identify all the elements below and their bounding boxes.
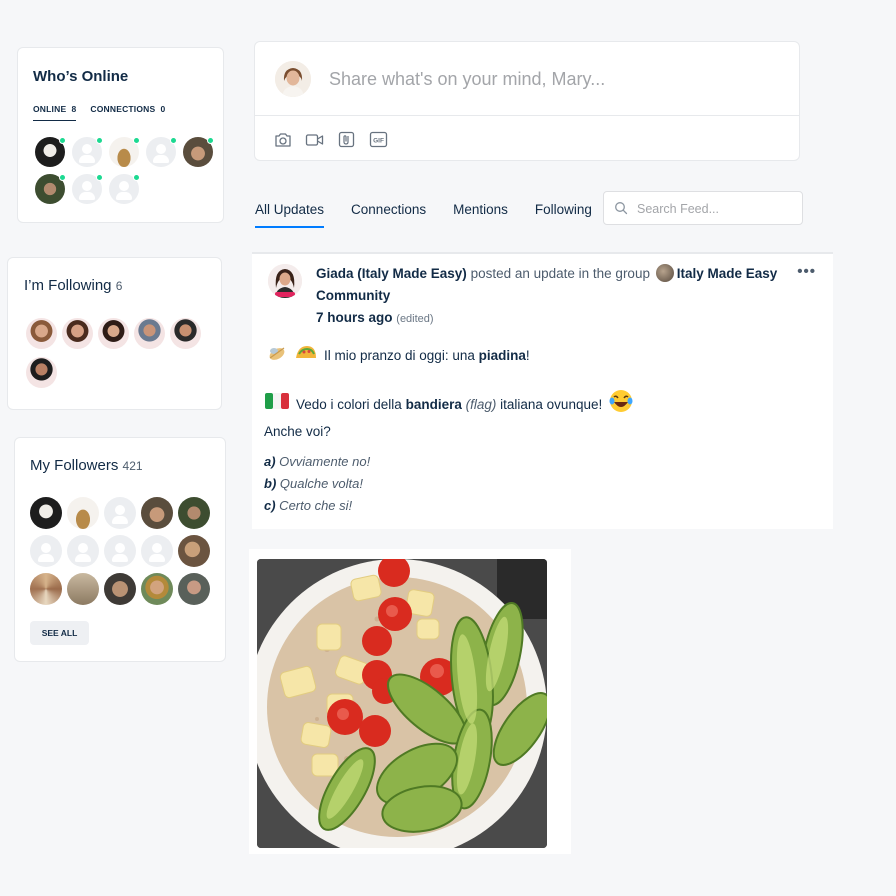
post-content: Il mio pranzo di oggi: una piadina! Vedo…	[264, 342, 824, 517]
composer-placeholder: Share what's on your mind, Mary...	[329, 69, 606, 89]
following-avatar-grid	[26, 318, 201, 388]
see-all-button[interactable]: SEE ALL	[30, 621, 89, 645]
whos-online-tabs: ONLINE 8 CONNECTIONS 0	[33, 104, 165, 121]
whos-online-title: Who’s Online	[33, 68, 129, 85]
post-image[interactable]	[249, 549, 571, 854]
option-c: c) Certo che si!	[264, 498, 353, 513]
post-composer: Share what's on your mind, Mary... GIF	[254, 41, 800, 161]
post-line: Il mio pranzo di oggi: una piadina!	[266, 342, 824, 369]
camera-icon[interactable]	[273, 130, 292, 149]
avatar[interactable]	[104, 573, 136, 605]
post-text-line3: Anche voi?	[264, 424, 331, 439]
tab-connections[interactable]: Connections	[351, 192, 426, 228]
avatar	[275, 61, 311, 97]
piadina-photo[interactable]	[257, 559, 547, 848]
post-text-line2: Vedo i colori della bandiera (flag) ital…	[296, 396, 603, 412]
online-indicator	[133, 174, 140, 181]
online-indicator	[59, 174, 66, 181]
avatar[interactable]	[35, 174, 66, 204]
whos-online-widget: Who’s Online ONLINE 8 CONNECTIONS 0	[17, 47, 224, 223]
avatar[interactable]	[178, 573, 210, 605]
avatar[interactable]	[67, 497, 99, 529]
answer-options: a) Ovviamente no! b) Qualche volta! c) C…	[264, 451, 824, 517]
search-feed-input[interactable]: Search Feed...	[603, 191, 803, 225]
wrap-icon	[266, 342, 288, 369]
avatar[interactable]	[62, 318, 93, 349]
avatar[interactable]	[141, 535, 173, 567]
online-indicator	[96, 174, 103, 181]
activity-post: Giada (Italy Made Easy) posted an update…	[252, 252, 833, 529]
gif-icon[interactable]: GIF	[369, 130, 388, 149]
tab-all-updates[interactable]: All Updates	[255, 192, 325, 228]
avatar[interactable]	[26, 318, 57, 349]
online-indicator	[96, 137, 103, 144]
attachment-icon[interactable]	[337, 130, 356, 149]
avatar[interactable]	[146, 137, 177, 167]
post-timestamp[interactable]: 7 hours ago	[316, 310, 393, 325]
avatar[interactable]	[141, 497, 173, 529]
avatar[interactable]	[72, 137, 103, 167]
avatar[interactable]	[178, 497, 210, 529]
online-indicator	[59, 137, 66, 144]
tab-connections[interactable]: CONNECTIONS 0	[90, 104, 165, 121]
avatar[interactable]	[72, 174, 103, 204]
avatar[interactable]	[178, 535, 210, 567]
avatar[interactable]	[170, 318, 201, 349]
online-indicator	[170, 137, 177, 144]
post-text-line1: Il mio pranzo di oggi: una piadina!	[324, 347, 530, 363]
avatar[interactable]	[134, 318, 165, 349]
composer-toolbar: GIF	[273, 130, 388, 149]
avatar[interactable]	[109, 174, 140, 204]
more-options-icon[interactable]: •••	[797, 263, 816, 280]
followers-title: My Followers 421	[30, 457, 143, 474]
option-b: b) Qualche volta!	[264, 476, 363, 491]
avatar[interactable]	[183, 137, 214, 167]
feed-tabs: All Updates Connections Mentions Followi…	[255, 192, 592, 228]
laughing-emoji-icon	[608, 388, 634, 421]
taco-icon	[294, 342, 318, 369]
avatar[interactable]	[30, 497, 62, 529]
online-indicator	[133, 137, 140, 144]
post-header: Giada (Italy Made Easy) posted an update…	[316, 263, 786, 330]
avatar[interactable]	[67, 535, 99, 567]
followers-avatar-grid	[30, 497, 210, 605]
avatar[interactable]	[30, 535, 62, 567]
option-a: a) Ovviamente no!	[264, 454, 371, 469]
avatar[interactable]	[98, 318, 129, 349]
following-widget: I’m Following 6	[7, 257, 222, 410]
author-link[interactable]: Giada (Italy Made Easy)	[316, 266, 467, 281]
online-indicator	[207, 137, 214, 144]
followers-count: 421	[122, 459, 143, 473]
avatar[interactable]	[104, 535, 136, 567]
search-icon	[614, 201, 628, 220]
italy-flag-icon	[264, 392, 290, 417]
avatar[interactable]	[109, 137, 140, 167]
post-action-text: posted an update in the group	[466, 266, 654, 281]
tab-online[interactable]: ONLINE 8	[33, 104, 77, 121]
avatar[interactable]	[35, 137, 66, 167]
edited-label: (edited)	[396, 313, 434, 325]
author-avatar[interactable]	[268, 264, 302, 298]
avatar[interactable]	[30, 573, 62, 605]
avatar[interactable]	[104, 497, 136, 529]
post-line: Vedo i colori della bandiera (flag) ital…	[264, 388, 824, 421]
tab-following[interactable]: Following	[535, 192, 592, 228]
avatar[interactable]	[141, 573, 173, 605]
group-avatar[interactable]	[655, 264, 674, 282]
tab-mentions[interactable]: Mentions	[453, 192, 508, 228]
followers-widget: My Followers 421 SEE ALL	[14, 437, 226, 662]
svg-text:GIF: GIF	[373, 137, 384, 144]
search-placeholder: Search Feed...	[637, 202, 719, 216]
avatar[interactable]	[67, 573, 99, 605]
composer-input-area[interactable]: Share what's on your mind, Mary...	[255, 42, 799, 116]
video-icon[interactable]	[305, 130, 324, 149]
following-title: I’m Following 6	[24, 277, 123, 294]
avatar[interactable]	[26, 357, 57, 388]
online-avatar-grid	[35, 137, 214, 204]
following-count: 6	[115, 279, 123, 293]
